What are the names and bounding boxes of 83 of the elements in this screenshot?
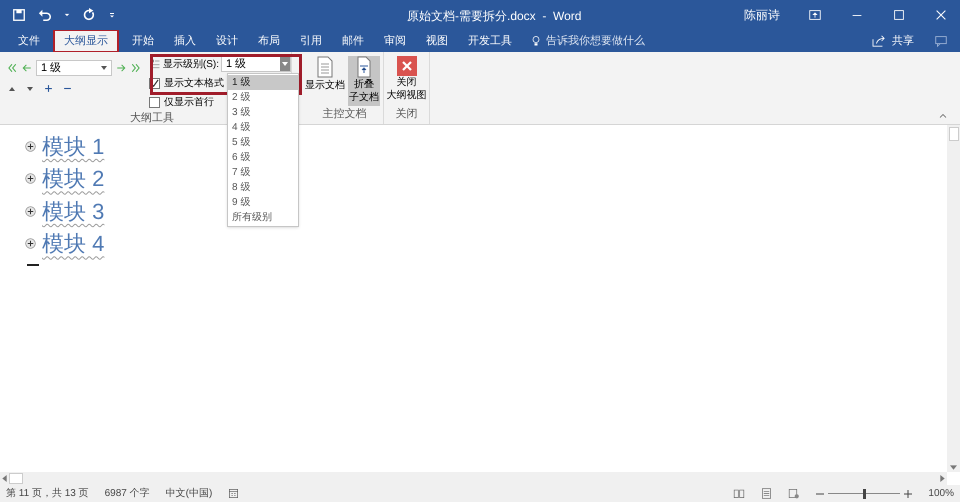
- comment-icon[interactable]: [934, 34, 948, 48]
- expand-heading-icon[interactable]: [25, 206, 36, 217]
- ribbon-tab[interactable]: 审阅: [374, 30, 416, 52]
- move-up-icon[interactable]: [8, 84, 16, 92]
- outline-heading: 模块 2: [42, 165, 104, 194]
- outline-heading: 模块 4: [42, 230, 104, 258]
- scroll-right-icon: [940, 475, 945, 482]
- group-label: 大纲工具: [130, 111, 174, 126]
- ribbon-tab[interactable]: 视图: [416, 30, 458, 52]
- ribbon-tab[interactable]: 引用: [290, 30, 332, 52]
- ribbon-tab[interactable]: 开始: [122, 30, 164, 52]
- menu-item[interactable]: 1 级: [228, 75, 298, 90]
- word-count: 6987 个字: [104, 486, 150, 501]
- ribbon-tab[interactable]: 文件: [8, 30, 50, 52]
- outline-heading: 模块 3: [42, 198, 104, 226]
- ribbon-tab[interactable]: 插入: [164, 30, 206, 52]
- end-of-document-marker: [27, 264, 39, 266]
- expand-icon[interactable]: [44, 84, 53, 93]
- collapse-ribbon-icon[interactable]: [938, 112, 948, 120]
- scroll-down-icon: [950, 465, 957, 470]
- user-name: 陈丽诗: [744, 7, 780, 24]
- lightbulb-icon[interactable]: [530, 35, 542, 47]
- ribbon-tab[interactable]: 布局: [248, 30, 290, 52]
- web-layout-icon[interactable]: [788, 488, 800, 499]
- language: 中文(中国): [166, 486, 212, 501]
- group-label: 主控文档: [322, 106, 368, 122]
- page-count: 第 11 页，共 13 页: [6, 486, 89, 501]
- ribbon-display-options-icon[interactable]: [808, 8, 822, 22]
- maximize-icon[interactable]: [892, 8, 906, 22]
- menu-item[interactable]: 7 级: [228, 165, 298, 180]
- ribbon-tab[interactable]: 开发工具: [458, 30, 522, 52]
- checkbox-label: 显示文本格式: [164, 76, 224, 90]
- expand-heading-icon[interactable]: [25, 238, 36, 250]
- vertical-scrollbar[interactable]: [947, 125, 960, 472]
- show-level-dropdown[interactable]: 1 级: [221, 56, 291, 72]
- expand-heading-icon[interactable]: [25, 140, 36, 152]
- collapse-subdocuments-button[interactable]: 折叠 子文档: [348, 56, 380, 106]
- document-icon: [356, 56, 372, 78]
- menu-item[interactable]: 9 级: [228, 195, 298, 210]
- close-icon[interactable]: [934, 8, 948, 22]
- redo-icon[interactable]: [82, 8, 96, 22]
- close-icon: [396, 56, 416, 76]
- ribbon-tab[interactable]: 大纲显示: [54, 30, 118, 52]
- group-label: 关闭: [394, 106, 418, 122]
- show-document-button[interactable]: 显示文档: [306, 56, 344, 106]
- zoom-percentage: 100%: [928, 487, 954, 501]
- print-layout-icon[interactable]: [761, 488, 772, 499]
- expand-heading-icon[interactable]: [25, 173, 36, 184]
- save-icon[interactable]: [12, 8, 26, 22]
- dropdown-arrow-icon: [282, 62, 288, 66]
- zoom-slider[interactable]: [828, 488, 900, 499]
- close-outline-view-button[interactable]: 关闭 大纲视图: [384, 52, 429, 106]
- scroll-left-icon: [2, 475, 7, 482]
- share-icon: [872, 35, 886, 47]
- share-button[interactable]: 共享: [872, 32, 914, 50]
- document-icon: [316, 56, 334, 78]
- dropdown-arrow-icon[interactable]: [64, 12, 70, 18]
- menu-item[interactable]: 6 级: [228, 150, 298, 165]
- menu-item[interactable]: 4 级: [228, 120, 298, 135]
- read-mode-icon[interactable]: [733, 488, 746, 499]
- dropdown-arrow-icon: [101, 66, 107, 70]
- menu-item[interactable]: 2 级: [228, 90, 298, 105]
- outline-heading: 模块 1: [42, 132, 104, 161]
- zoom-in-icon[interactable]: [904, 490, 912, 498]
- scroll-thumb[interactable]: [9, 473, 23, 484]
- checkbox-label: 仅显示首行: [164, 96, 214, 110]
- tell-me-field[interactable]: 告诉我你想要做什么: [546, 32, 676, 50]
- ribbon-tab[interactable]: 邮件: [332, 30, 374, 52]
- horizontal-scrollbar[interactable]: [0, 472, 947, 485]
- move-down-icon[interactable]: [26, 84, 34, 92]
- undo-icon[interactable]: [38, 8, 52, 22]
- customize-toolbar-icon[interactable]: [108, 11, 116, 19]
- window-title: 原始文档-需要拆分.docx - Word: [407, 8, 582, 25]
- outline-level-dropdown[interactable]: 1 级: [36, 60, 112, 76]
- menu-item[interactable]: 8 级: [228, 180, 298, 195]
- menu-item[interactable]: 5 级: [228, 135, 298, 150]
- proofing-icon[interactable]: [228, 488, 240, 499]
- scroll-thumb[interactable]: [948, 126, 958, 140]
- menu-item[interactable]: 所有级别: [228, 210, 298, 225]
- menu-item[interactable]: 3 级: [228, 105, 298, 120]
- checkbox[interactable]: [148, 96, 160, 108]
- show-level-label: 显示级别(S):: [162, 58, 219, 72]
- ribbon-tab[interactable]: 设计: [206, 30, 248, 52]
